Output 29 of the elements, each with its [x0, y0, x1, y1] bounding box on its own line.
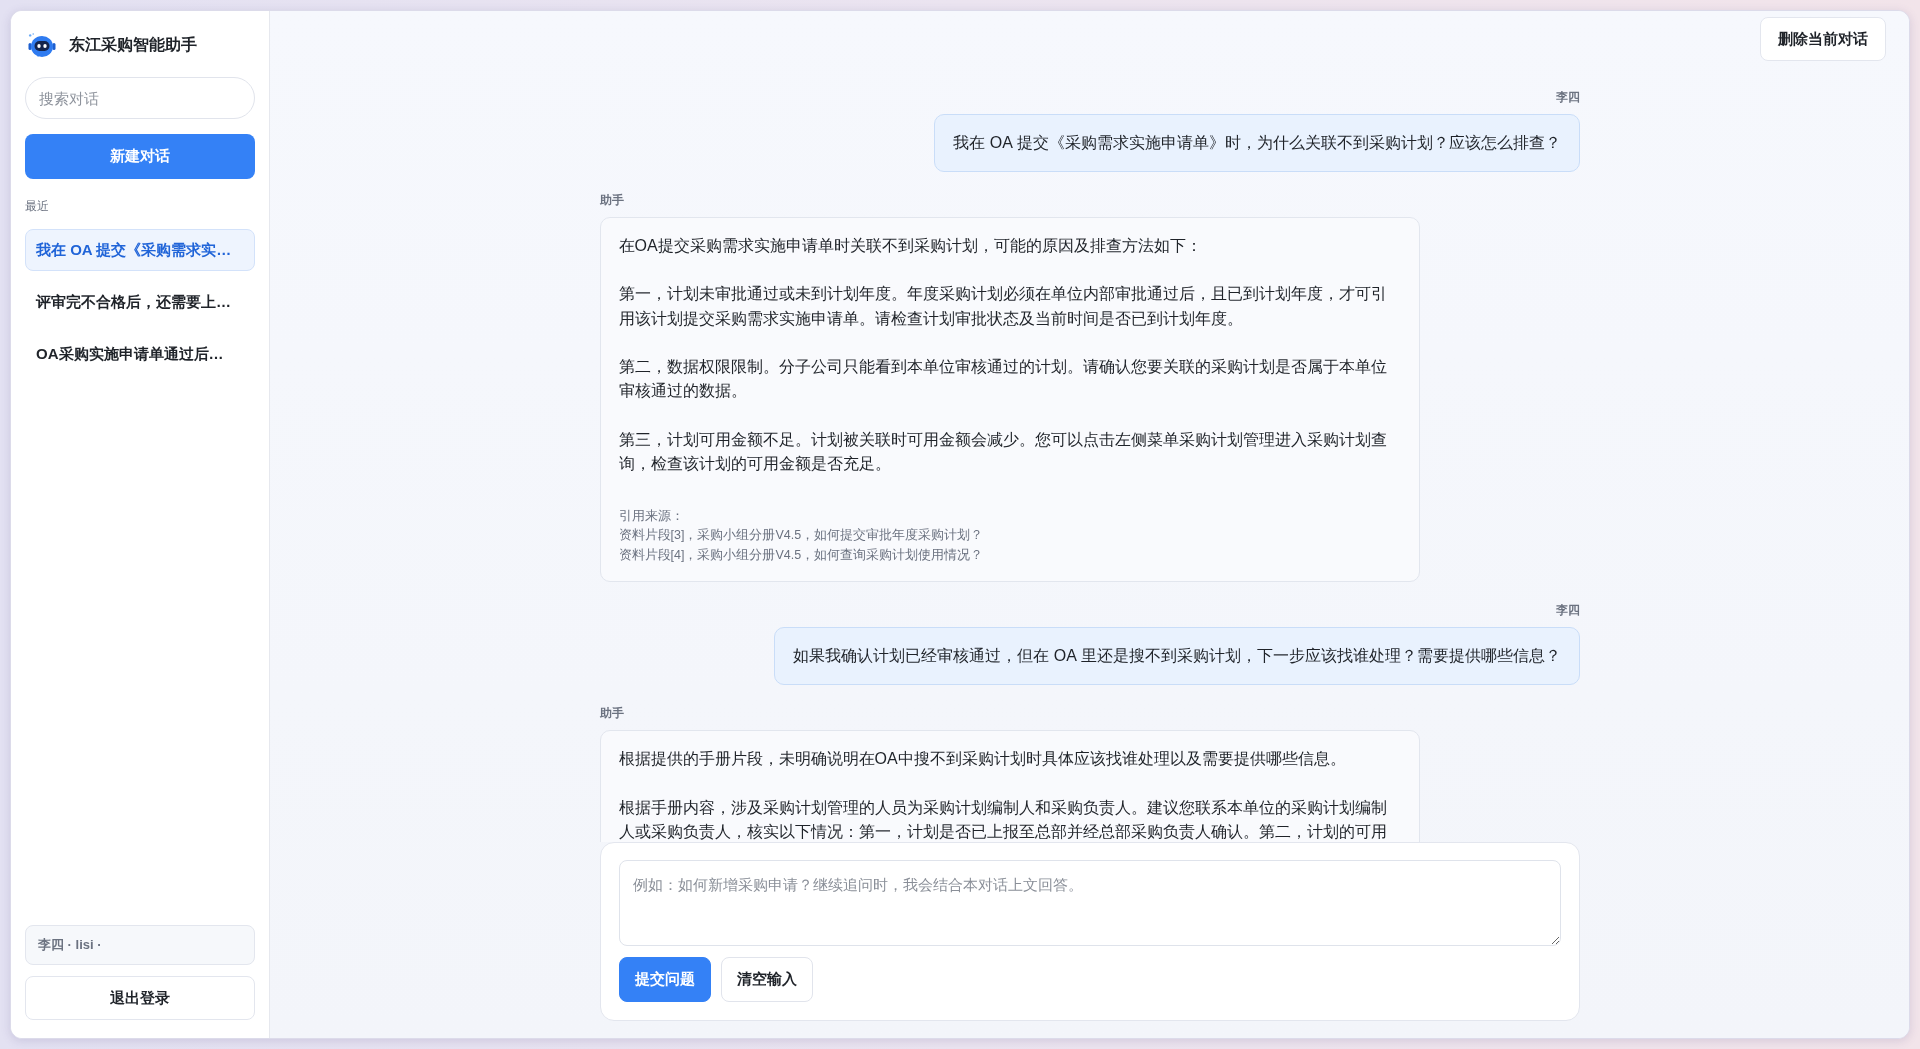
user-info: 李四 · lisi ·	[25, 925, 255, 965]
sources-label: 引用来源：	[618, 508, 685, 525]
conversation-item[interactable]: 评审完不合格后，还需要上…	[25, 281, 255, 323]
user-message: 我在 OA 提交《采购需求实施申请单》时，为什么关联不到采购计划？应该怎么排查？	[934, 114, 1580, 172]
sender-label: 助手	[599, 192, 624, 208]
clear-button[interactable]: 清空输入	[720, 957, 813, 1002]
section-label: 最近	[25, 198, 49, 214]
source-reference: 资料片段[3]，采购小组分册V4.5，如何提交审批年度采购计划？	[618, 527, 985, 545]
delete-button[interactable]: 删除当前对话	[1760, 17, 1886, 61]
message-paragraph: 根据手册内容，涉及采购计划管理的人员为采购计划编制人和采购负责人。建议您联系本单位的采购计划编制人或采购负责人，核实以下情况：第一，计划是否已上报至总部并经总部采购负责人确认。第二，计划的可用	[618, 797, 1388, 842]
message-paragraph: 第三，计划可用金额不足。计划被关联时可用金额会减少。您可以点击左侧菜单采购计划管理进入采购计划查询，检查该计划的可用金额是否充足。	[618, 429, 1388, 474]
app-title: 东江采购智能助手	[69, 34, 197, 55]
conversation-item[interactable]: OA采购实施申请单通过后…	[25, 333, 255, 375]
message-paragraph: 根据提供的手册片段，未明确说明在OA中搜不到采购计划时具体应该找谁处理以及需要提供哪些信息。	[618, 749, 1347, 770]
logout-button[interactable]: 退出登录	[25, 976, 255, 1020]
search-field[interactable]: 搜索对话	[25, 77, 255, 119]
robot-icon	[28, 32, 56, 58]
submit-button[interactable]: 提交问题	[618, 957, 711, 1002]
sender-label: 助手	[599, 705, 624, 722]
new-chat-button[interactable]: 新建对话	[25, 134, 255, 179]
message-paragraph: 第二，数据权限限制。分子公司只能看到本单位审核通过的计划。请确认您要关联的采购计划是否属于本单位审核通过的数据。	[618, 357, 1388, 402]
source-reference: 资料片段[4]，采购小组分册V4.5，如何查询采购计划使用情况？	[618, 547, 985, 564]
conversation-item[interactable]: 我在 OA 提交《采购需求实…	[25, 229, 255, 271]
message-paragraph: 在OA提交采购需求实施申请单时关联不到采购计划，可能的原因及排查方法如下：	[618, 236, 1203, 256]
sender-label: 李四	[1555, 602, 1580, 619]
user-message: 如果我确认计划已经审核通过，但在 OA 里还是搜不到采购计划，下一步应该找谁处理？需要提供哪些信息？	[774, 627, 1580, 686]
sender-label: 李四	[1555, 89, 1580, 105]
question-input[interactable]: 例如：如何新增采购申请？继续追问时，我会结合本对话上文回答。	[618, 860, 1561, 946]
message-paragraph: 第一，计划未审批通过或未到计划年度。年度采购计划必须在单位内部审批通过后，且已到计划年度，才可引用该计划提交采购需求实施申请单。请检查计划审批状态及当前时间是否已到计划年度。	[618, 284, 1388, 329]
